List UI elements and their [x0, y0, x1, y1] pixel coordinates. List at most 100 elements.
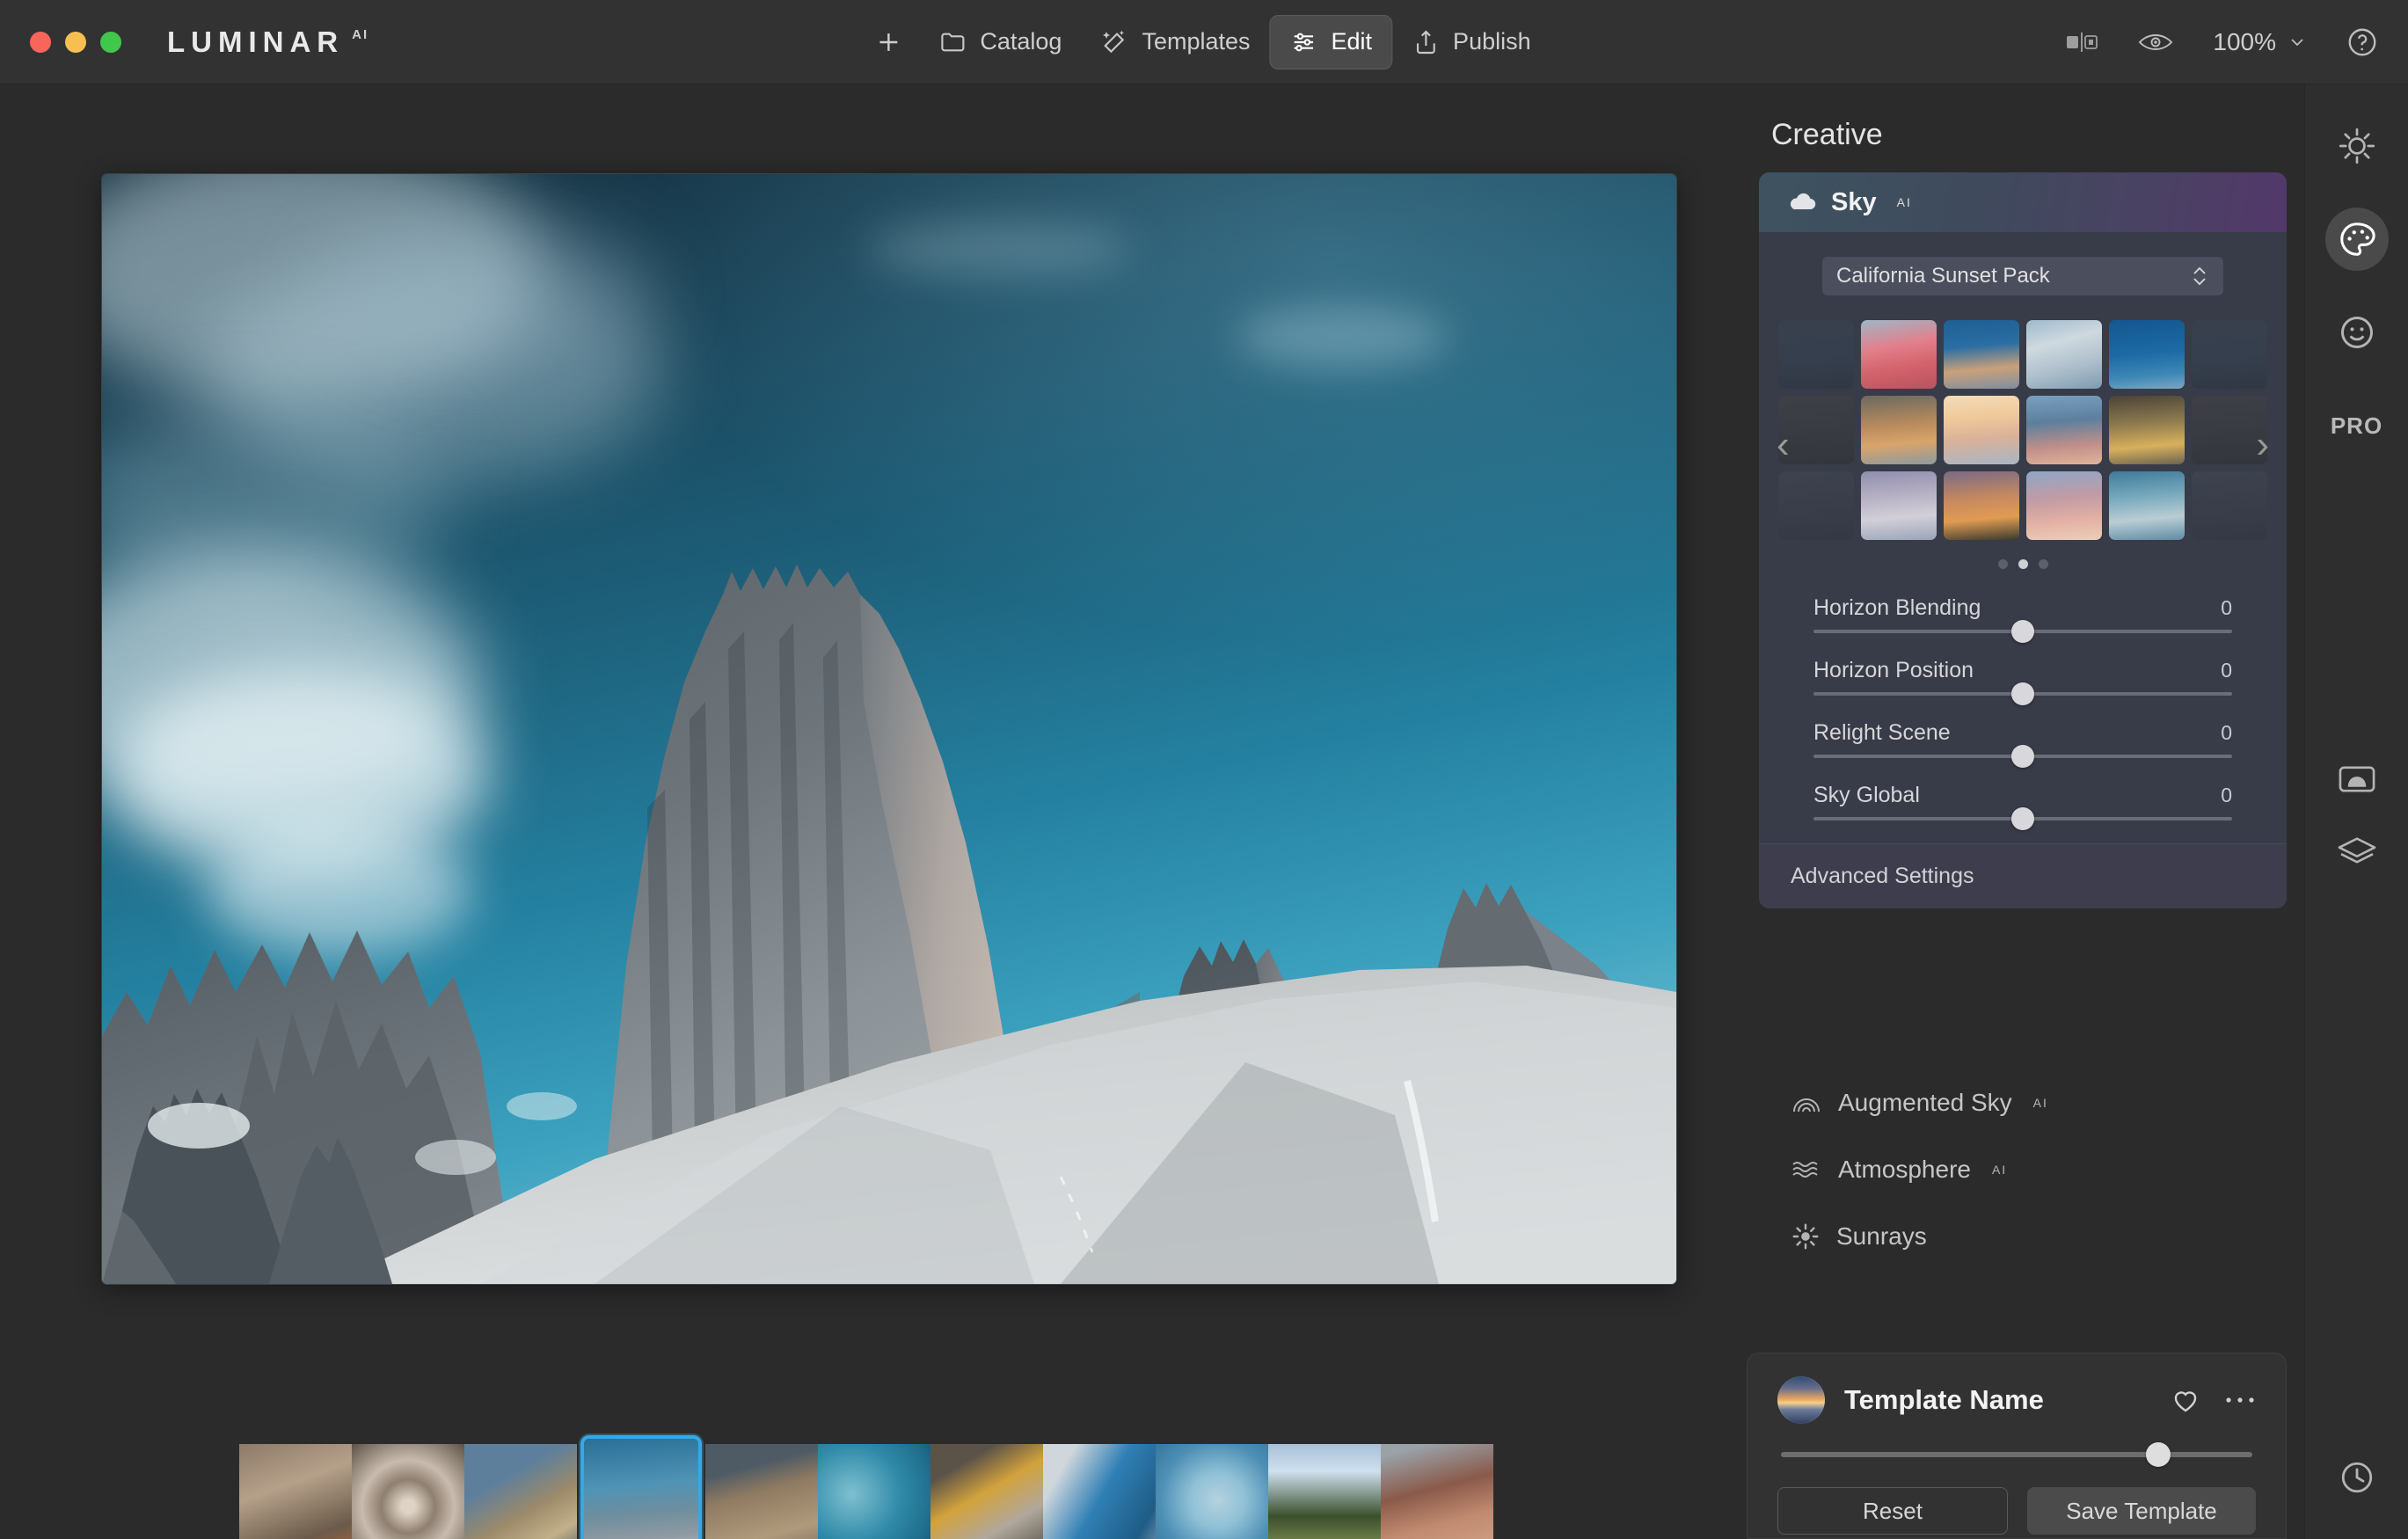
- slider-knob[interactable]: [2011, 745, 2034, 768]
- nav-item-catalog[interactable]: Catalog: [919, 15, 1081, 69]
- rail-item-creative[interactable]: [2325, 208, 2389, 271]
- sky-preset-thumb[interactable]: [2026, 396, 2102, 464]
- slider-track[interactable]: [1813, 755, 2232, 758]
- sky-preset-thumb[interactable]: [2026, 471, 2102, 540]
- zoom-level-control[interactable]: 100%: [2213, 28, 2308, 56]
- filmstrip-item[interactable]: [818, 1444, 930, 1539]
- filmstrip-item[interactable]: [464, 1444, 577, 1539]
- up-down-chevron-icon: [2190, 263, 2209, 289]
- tool-item-augmented-sky[interactable]: Augmented Sky AI: [1759, 1069, 2287, 1136]
- slider-knob[interactable]: [2011, 620, 2034, 643]
- filmstrip-item-selected[interactable]: [580, 1435, 702, 1539]
- palette-icon: [2337, 219, 2377, 259]
- tool-item-sunrays[interactable]: Sunrays: [1759, 1203, 2287, 1270]
- sky-pack-select[interactable]: California Sunset Pack: [1822, 257, 2223, 295]
- rail-item-layers[interactable]: [2325, 820, 2389, 883]
- window-traffic-lights: [30, 32, 121, 53]
- slider-relight-scene[interactable]: Relight Scene 0: [1813, 720, 2232, 758]
- filmstrip-item[interactable]: [1268, 1444, 1381, 1539]
- nav-label-catalog: Catalog: [980, 28, 1062, 55]
- filmstrip-item[interactable]: [930, 1444, 1043, 1539]
- tool-label: Sunrays: [1836, 1222, 1927, 1251]
- nav-item-publish[interactable]: Publish: [1392, 15, 1551, 69]
- minimize-button[interactable]: [65, 32, 86, 53]
- canvas-area: [0, 84, 1787, 1539]
- chevron-down-icon: [2287, 32, 2308, 53]
- slider-knob[interactable]: [2011, 682, 2034, 705]
- ellipsis-icon[interactable]: [2224, 1394, 2256, 1406]
- sky-tool-body: California Sunset Pack ‹ ›: [1759, 232, 2287, 908]
- sky-preset-thumb[interactable]: [2192, 471, 2267, 540]
- sky-preset-thumb[interactable]: [1944, 471, 2019, 540]
- filmstrip-item[interactable]: [705, 1444, 818, 1539]
- nav-label-templates: Templates: [1142, 28, 1250, 55]
- mountain-silhouette: [102, 174, 1676, 1284]
- slider-knob[interactable]: [2011, 807, 2034, 830]
- question-circle-icon[interactable]: [2346, 26, 2378, 58]
- rail-item-pro[interactable]: PRO: [2325, 394, 2389, 457]
- sky-preset-thumb[interactable]: [2192, 396, 2267, 464]
- eye-icon[interactable]: [2137, 30, 2174, 55]
- slider-track[interactable]: [1813, 817, 2232, 821]
- tool-ai-badge: AI: [2033, 1096, 2048, 1110]
- close-button[interactable]: [30, 32, 51, 53]
- sky-preset-thumb[interactable]: [2109, 320, 2185, 389]
- sky-tool-header[interactable]: Sky AI: [1759, 172, 2287, 232]
- filmstrip-item[interactable]: [1381, 1444, 1493, 1539]
- magic-wand-icon: [1100, 28, 1128, 56]
- advanced-settings-button[interactable]: Advanced Settings: [1759, 843, 2287, 908]
- main-photo[interactable]: [102, 174, 1676, 1284]
- slider-label: Sky Global: [1813, 783, 1920, 808]
- sky-preset-thumb-selected[interactable]: [1944, 396, 2019, 464]
- rail-item-portrait[interactable]: [2325, 301, 2389, 364]
- carousel-dot[interactable]: [1998, 559, 2008, 569]
- tool-item-atmosphere[interactable]: Atmosphere AI: [1759, 1136, 2287, 1203]
- carousel-dot-active[interactable]: [2018, 559, 2028, 569]
- rail-item-essentials[interactable]: [2325, 114, 2389, 178]
- template-amount-knob[interactable]: [2146, 1442, 2171, 1467]
- maximize-button[interactable]: [100, 32, 121, 53]
- sun-icon: [2338, 127, 2376, 165]
- filmstrip-item[interactable]: [352, 1444, 464, 1539]
- sky-preset-thumb[interactable]: [1778, 396, 1854, 464]
- rail-item-canvas[interactable]: [2325, 748, 2389, 811]
- sky-preset-thumb[interactable]: [1861, 471, 1937, 540]
- sky-preset-thumb[interactable]: [2192, 320, 2267, 389]
- slider-value: 0: [2221, 596, 2232, 620]
- slider-horizon-blending[interactable]: Horizon Blending 0: [1813, 595, 2232, 633]
- template-name: Template Name: [1844, 1384, 2150, 1416]
- sky-preset-thumb[interactable]: [1861, 396, 1937, 464]
- cloud-puff: [507, 1092, 577, 1120]
- slider-value: 0: [2221, 659, 2232, 682]
- slider-sky-global[interactable]: Sky Global 0: [1813, 783, 2232, 821]
- sky-preset-thumb[interactable]: [1861, 320, 1937, 389]
- filmstrip-item[interactable]: [1043, 1444, 1156, 1539]
- filmstrip[interactable]: [239, 1442, 1550, 1539]
- slider-label: Relight Scene: [1813, 720, 1951, 746]
- template-amount-slider[interactable]: [1781, 1452, 2252, 1457]
- tool-rail: PRO: [2304, 84, 2408, 1539]
- slider-track[interactable]: [1813, 692, 2232, 696]
- slider-horizon-position[interactable]: Horizon Position 0: [1813, 658, 2232, 696]
- save-template-button[interactable]: Save Template: [2027, 1487, 2256, 1535]
- folder-icon: [938, 28, 967, 56]
- sky-preset-thumb[interactable]: [2109, 471, 2185, 540]
- nav-item-templates[interactable]: Templates: [1081, 15, 1269, 69]
- slider-track[interactable]: [1813, 630, 2232, 633]
- filmstrip-item[interactable]: [1156, 1444, 1268, 1539]
- sky-preset-thumb[interactable]: [2026, 320, 2102, 389]
- nav-item-edit[interactable]: Edit: [1270, 15, 1393, 69]
- add-button[interactable]: [857, 15, 919, 69]
- carousel-dot[interactable]: [2039, 559, 2048, 569]
- tool-label: Augmented Sky: [1838, 1089, 2012, 1117]
- sky-preset-thumb[interactable]: [2109, 396, 2185, 464]
- reset-button[interactable]: Reset: [1777, 1487, 2008, 1535]
- heart-icon[interactable]: [2170, 1385, 2201, 1415]
- sky-preset-thumb[interactable]: [1778, 320, 1854, 389]
- sky-preset-thumb[interactable]: [1944, 320, 2019, 389]
- main-nav: Catalog Templates Edit Pu: [857, 0, 1550, 84]
- filmstrip-item[interactable]: [239, 1444, 352, 1539]
- compare-split-icon[interactable]: [2065, 30, 2098, 55]
- sky-preset-thumb[interactable]: [1778, 471, 1854, 540]
- rail-item-history[interactable]: [2325, 1446, 2389, 1509]
